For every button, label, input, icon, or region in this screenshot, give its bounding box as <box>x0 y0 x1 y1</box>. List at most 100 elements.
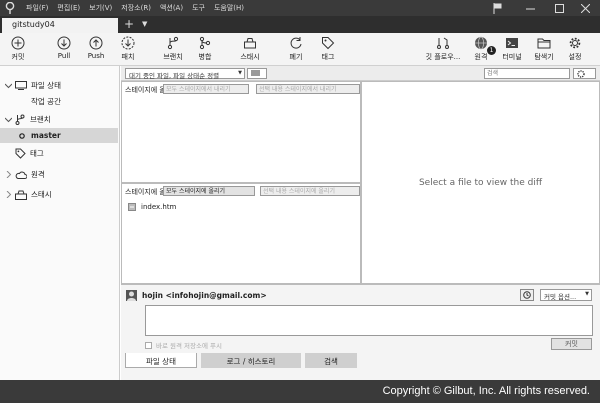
sidebar-workspace-label: 파일 상태 <box>31 81 61 90</box>
copyright-bar: Copyright © Gilbut, Inc. All rights rese… <box>0 380 600 403</box>
flag-icon[interactable] <box>493 3 503 14</box>
tab-log-history[interactable]: 로그 / 히스토리 <box>201 353 301 368</box>
unstage-all-button[interactable]: 모두 스테이지에서 내리기 <box>163 84 249 94</box>
menu-repository[interactable]: 저장소(R) <box>121 3 151 13</box>
push-immediately-checkbox[interactable]: 바로 원격 저장소에 푸시 <box>145 340 222 350</box>
tab-list-dropdown-icon[interactable]: ▼ <box>142 20 147 28</box>
main-area: 대기 중인 파일, 파일 상태순 정렬 ▼ 스테이지에 올라간 파일 모두 스테… <box>121 66 600 380</box>
discard-button[interactable]: 폐기 <box>278 36 314 62</box>
sidebar-tags-label: 태그 <box>30 149 44 158</box>
settings-label: 설정 <box>568 53 582 61</box>
stage-all-button[interactable]: 모두 스테이지에 올리기 <box>163 186 255 196</box>
terminal-button[interactable]: 터미널 <box>494 36 530 62</box>
current-branch-icon <box>19 132 25 139</box>
stash-button[interactable]: 스태시 <box>232 36 268 62</box>
chevron-right-icon <box>6 191 12 198</box>
view-mode-select[interactable] <box>247 68 267 79</box>
sidebar-branches-label: 브랜치 <box>30 115 51 124</box>
sidebar-workspace-header[interactable]: 파일 상태 <box>0 78 118 93</box>
menu-view[interactable]: 보기(V) <box>89 3 112 13</box>
sidebar-tags-header[interactable]: 태그 <box>0 146 118 161</box>
tab-file-status[interactable]: 파일 상태 <box>125 353 197 368</box>
tag-icon <box>15 148 26 159</box>
copyright-text: Copyright © Gilbut, Inc. All rights rese… <box>382 385 590 397</box>
computer-icon <box>15 81 27 90</box>
branch-button[interactable]: 브랜치 <box>155 36 191 62</box>
commit-button[interactable]: 커밋 <box>0 36 36 62</box>
search-input[interactable] <box>484 68 570 79</box>
git-flow-label: 깃 플로우... <box>425 53 461 61</box>
commit-submit-button[interactable]: 커밋 <box>551 338 592 350</box>
search-options-button[interactable] <box>573 68 596 79</box>
gear-icon <box>569 37 581 49</box>
settings-button[interactable]: 설정 <box>557 36 593 62</box>
chevron-down-icon: ▼ <box>585 291 589 297</box>
tag-button[interactable]: 태그 <box>310 36 346 62</box>
discard-icon <box>290 37 302 49</box>
file-name: index.htm <box>141 202 177 211</box>
minimize-button[interactable] <box>515 0 545 16</box>
push-label: Push <box>87 52 105 60</box>
close-button[interactable] <box>570 0 600 16</box>
diff-placeholder: Select a file to view the diff <box>418 178 543 188</box>
staged-files-pane: 스테이지에 올라간 파일 모두 스테이지에서 내리기 선택 내용 스테이지에서 … <box>121 81 361 183</box>
git-flow-button[interactable]: 깃 플로우... <box>422 36 464 62</box>
tag-icon <box>322 37 335 50</box>
sidebar-branches-header[interactable]: 브랜치 <box>0 112 118 127</box>
menu-tools[interactable]: 도구 <box>192 3 205 13</box>
chevron-down-icon: ▼ <box>238 70 242 76</box>
minimize-icon <box>525 8 535 9</box>
staged-files-title: 스테이지에 올라간 파일 <box>125 86 163 94</box>
explorer-label: 탐색기 <box>534 53 554 61</box>
unstaged-files-pane: 스테이지에 올라가지 않은 파일 모두 스테이지에 올리기 선택 내용 스테이지… <box>121 183 361 284</box>
branch-icon <box>167 36 179 50</box>
discard-label: 폐기 <box>289 53 303 61</box>
file-status-select[interactable]: 대기 중인 파일, 파일 상태순 정렬 ▼ <box>125 68 245 80</box>
sidebar-item-working-copy[interactable]: 작업 공간 <box>0 94 118 109</box>
fetch-button[interactable]: 패치 <box>110 36 146 62</box>
merge-button[interactable]: 병합 <box>187 36 223 62</box>
remote-label: 원격 <box>474 53 488 61</box>
branch-icon <box>15 114 25 125</box>
fetch-icon <box>121 36 135 50</box>
push-button[interactable]: Push <box>78 36 114 60</box>
sidebar-item-master[interactable]: master <box>0 128 118 143</box>
tab-search[interactable]: 검색 <box>305 353 357 368</box>
pull-button[interactable]: Pull <box>46 36 82 60</box>
stash-icon <box>15 190 27 200</box>
branch-label: 브랜치 <box>163 53 183 61</box>
menu-actions[interactable]: 액션(A) <box>160 3 183 13</box>
terminal-icon <box>506 38 518 48</box>
commit-message-input[interactable] <box>145 305 593 336</box>
checkbox-box[interactable] <box>145 341 152 349</box>
menu-file[interactable]: 파일(F) <box>26 3 48 13</box>
avatar <box>126 290 137 301</box>
sidebar-stashes-header[interactable]: 스태시 <box>0 187 118 202</box>
commit-history-button[interactable] <box>520 289 534 301</box>
unstage-selected-button[interactable]: 선택 내용 스테이지에서 내리기 <box>256 84 360 94</box>
cloud-icon <box>15 171 27 179</box>
chevron-right-icon <box>6 171 12 178</box>
close-icon <box>580 3 590 13</box>
commit-options-select[interactable]: 커밋 옵션... ▼ <box>540 289 592 301</box>
repo-tab[interactable]: gitstudy04 <box>2 18 118 33</box>
stage-selected-button[interactable]: 선택 내용 스테이지에 올리기 <box>260 186 360 196</box>
unstaged-files-title: 스테이지에 올라가지 않은 파일 <box>125 188 163 196</box>
toolbar: 커밋 Pull Push 패치 브랜치 병합 스태시 폐기 태그 깃 플로우..… <box>0 33 600 66</box>
sidebar-remotes-header[interactable]: 원격 <box>0 167 118 182</box>
git-flow-icon <box>437 37 449 49</box>
avatar-icon <box>127 291 136 301</box>
tag-label: 태그 <box>321 53 335 61</box>
sidebar-working-copy-label: 작업 공간 <box>31 97 61 106</box>
diff-pane: Select a file to view the diff <box>361 81 600 284</box>
sidebar-remotes-label: 원격 <box>31 170 45 179</box>
menu-edit[interactable]: 편집(E) <box>57 3 80 13</box>
pull-label: Pull <box>57 52 71 60</box>
stash-label: 스태시 <box>240 53 260 61</box>
add-tab-button[interactable]: + <box>124 17 134 31</box>
pull-icon <box>57 36 71 50</box>
commit-options-label: 커밋 옵션... <box>544 293 577 301</box>
menu-help[interactable]: 도움말(H) <box>214 3 244 13</box>
chevron-down-icon <box>5 117 12 123</box>
list-item[interactable]: index.htm <box>128 201 176 212</box>
